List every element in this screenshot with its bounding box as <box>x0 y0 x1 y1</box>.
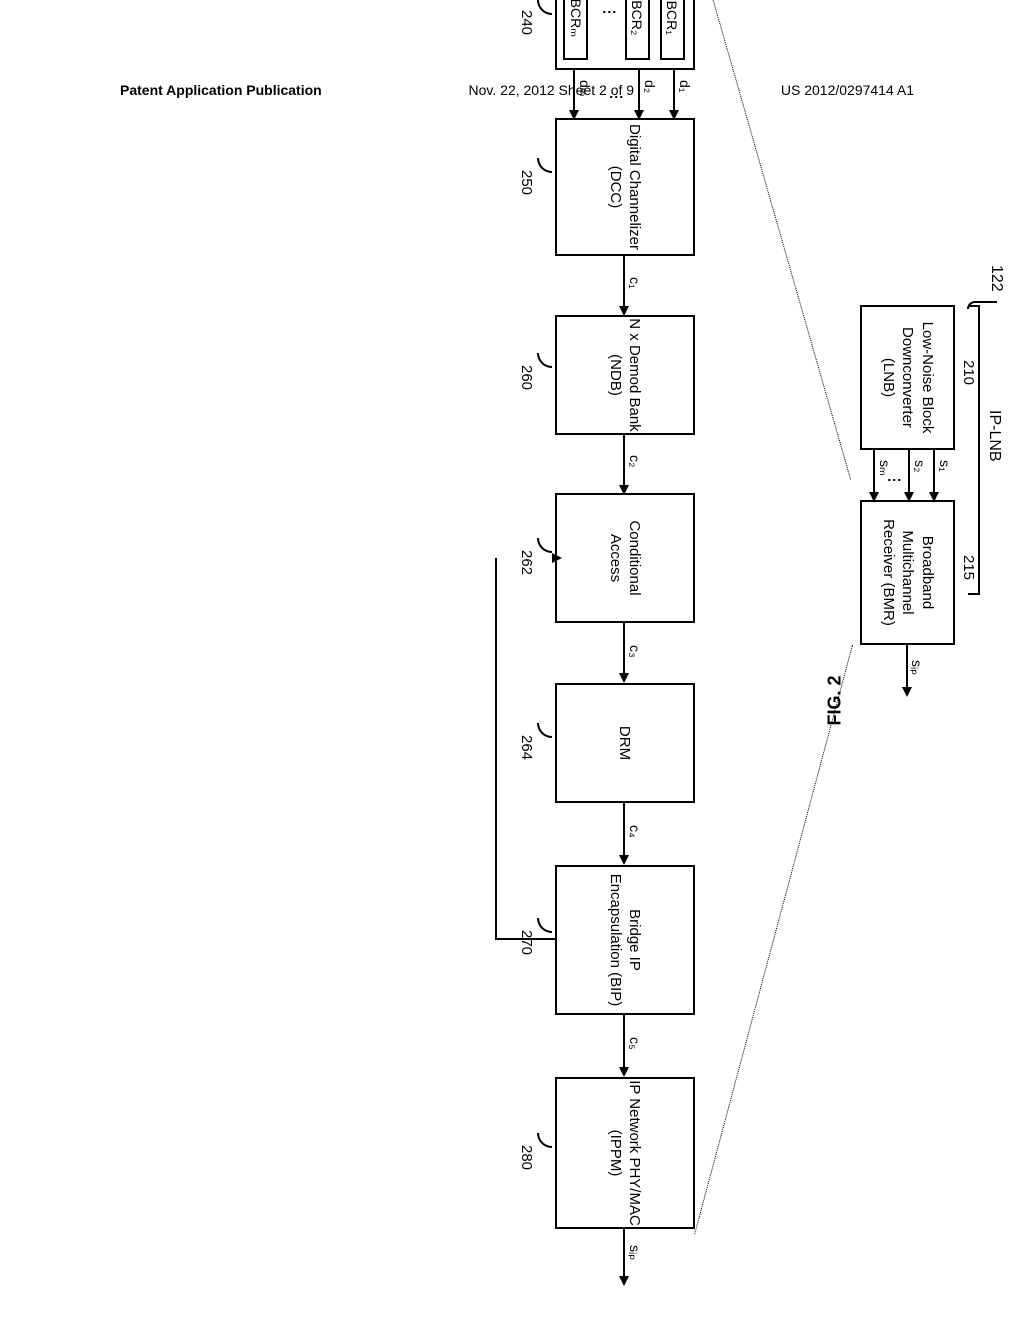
label-d1: d₁ <box>677 80 693 93</box>
label-d2: d₂ <box>642 80 658 93</box>
ref-num-215: 215 <box>960 555 977 580</box>
arc-280 <box>537 1133 552 1148</box>
header-left: Patent Application Publication <box>120 82 322 98</box>
arc-250 <box>537 158 552 173</box>
dcc-block: Digital Channelizer (DCC) <box>555 118 695 256</box>
arrow-s1-top <box>933 450 935 500</box>
drm-block: DRM <box>555 683 695 803</box>
top-bracket <box>968 305 980 595</box>
label-sip-top: sᵢₚ <box>908 660 925 675</box>
arrow-c3 <box>623 623 625 681</box>
ip-lnb-label: IP-LNB <box>985 410 1003 462</box>
arrow-c4 <box>623 803 625 863</box>
arrow-c5 <box>623 1015 625 1075</box>
ref-num-280: 280 <box>518 1145 535 1170</box>
fbcr-container: FBCR₁ FBCR₂ ⋮ FBCRₘ <box>555 0 695 70</box>
label-sm-top: sₘ <box>876 460 893 476</box>
ref-num-250: 250 <box>518 170 535 195</box>
label-c1: c₁ <box>627 277 643 289</box>
ref-num-240: 240 <box>518 10 535 35</box>
label-sip-out: sᵢₚ <box>626 1245 643 1260</box>
fbcr1-block: FBCR₁ <box>660 0 685 60</box>
fbcr2-block: FBCR₂ <box>625 0 650 60</box>
page-header: Patent Application Publication Nov. 22, … <box>0 82 1024 98</box>
arrow-c1 <box>623 256 625 314</box>
label-s2-top: s₂ <box>912 460 928 472</box>
label-c5: c₅ <box>627 1037 643 1050</box>
arc-240 <box>537 0 552 15</box>
bip-block: Bridge IP Encapsulation (BIP) <box>555 865 695 1015</box>
ippm-block: IP Network PHY/MAC (IPPM) <box>555 1077 695 1229</box>
label-c4: c₄ <box>627 825 643 838</box>
ca-block: Conditional Access <box>555 493 695 623</box>
ref-num-210: 210 <box>960 360 977 385</box>
feedback-line <box>495 558 555 940</box>
fbcrm-block: FBCRₘ <box>563 0 588 60</box>
arc-262 <box>537 538 552 553</box>
arrow-dm <box>573 70 575 118</box>
main-diagram: 122 IP-LNB 210 Low-Noise Block Downconve… <box>5 275 955 995</box>
arrow-s2-top <box>908 450 910 500</box>
label-c2: c₂ <box>627 455 643 467</box>
label-dm: dₘ <box>576 80 593 97</box>
arrow-d2 <box>638 70 640 118</box>
ref-num-122: 122 <box>987 265 1005 292</box>
label-s1-top: s₁ <box>937 460 953 472</box>
ref-num-260: 260 <box>518 365 535 390</box>
arrow-d1 <box>673 70 675 118</box>
arrow-sm-top <box>873 450 875 500</box>
vdots-d: ⋮ <box>608 90 625 104</box>
arc-260 <box>537 353 552 368</box>
ndb-block: N x Demod Bank (NDB) <box>555 315 695 435</box>
dotted-line-right <box>694 645 853 1234</box>
label-c3: c₃ <box>627 645 643 658</box>
arrow-c2 <box>623 435 625 493</box>
lnb-block: Low-Noise Block Downconverter (LNB) <box>860 305 955 450</box>
figure-label: FIG. 2 <box>825 675 846 725</box>
dotted-line-left <box>704 0 851 480</box>
fbcr-vdots: ⋮ <box>601 5 618 19</box>
header-right: US 2012/0297414 A1 <box>781 82 914 98</box>
arrow-sip-out <box>623 1229 625 1284</box>
bmr-block: Broadband Multichannel Receiver (BMR) <box>860 500 955 645</box>
